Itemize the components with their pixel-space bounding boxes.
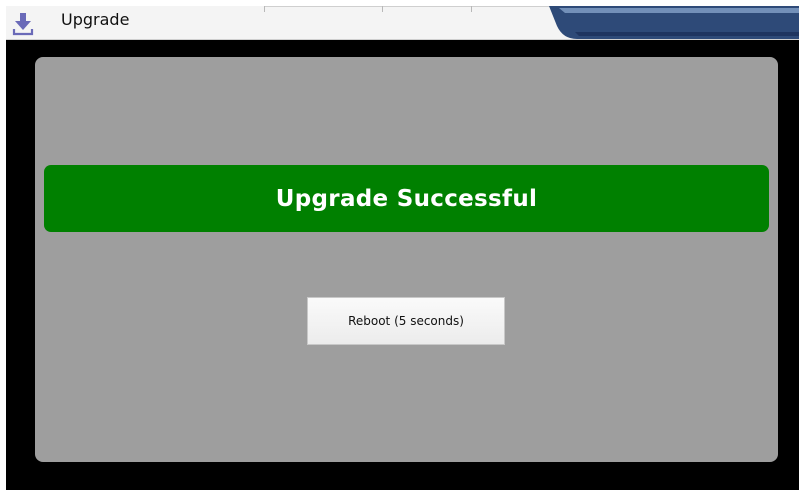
header-divider xyxy=(471,6,472,12)
download-icon xyxy=(12,12,34,36)
page-title: Upgrade xyxy=(61,10,130,29)
header-divider xyxy=(382,6,383,12)
title-bar: Upgrade xyxy=(6,6,799,40)
header-divider xyxy=(264,6,556,7)
upgrade-dialog: Upgrade Successful Reboot (5 seconds) xyxy=(35,57,778,462)
brand-swoosh xyxy=(549,6,799,39)
status-banner: Upgrade Successful xyxy=(44,165,769,232)
reboot-button-label: Reboot (5 seconds) xyxy=(348,314,464,328)
app-window: Upgrade Upgrade Successful Reboot (5 sec… xyxy=(0,0,799,490)
status-message: Upgrade Successful xyxy=(275,185,538,212)
reboot-button[interactable]: Reboot (5 seconds) xyxy=(307,297,505,345)
header-divider xyxy=(264,6,265,12)
screen-area: Upgrade Successful Reboot (5 seconds) xyxy=(6,40,799,490)
